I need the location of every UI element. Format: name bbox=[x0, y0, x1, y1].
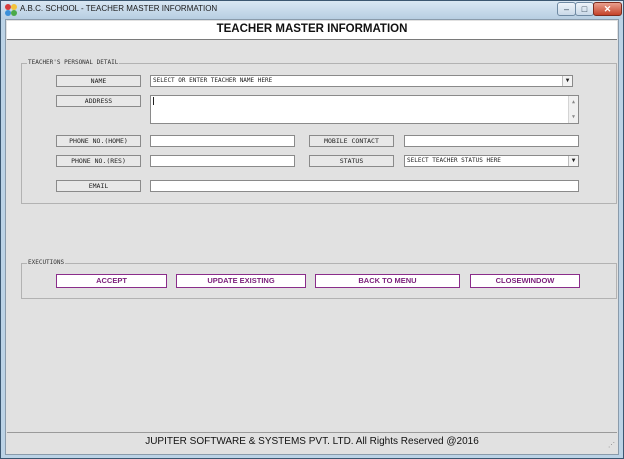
chevron-down-icon[interactable]: ▼ bbox=[562, 76, 572, 86]
phone-res-label: PHONE NO.(RES) bbox=[56, 155, 141, 167]
personal-detail-legend: TEACHER'S PERSONAL DETAIL bbox=[27, 59, 120, 66]
app-window: A.B.C. SCHOOL - TEACHER MASTER INFORMATI… bbox=[0, 0, 624, 459]
scroll-up-icon[interactable]: ▲ bbox=[569, 97, 578, 107]
phone-home-label: PHONE NO.(HOME) bbox=[56, 135, 141, 147]
window-title: A.B.C. SCHOOL - TEACHER MASTER INFORMATI… bbox=[20, 4, 218, 13]
title-bar[interactable]: A.B.C. SCHOOL - TEACHER MASTER INFORMATI… bbox=[1, 1, 623, 19]
footer: JUPITER SOFTWARE & SYSTEMS PVT. LTD. All… bbox=[7, 432, 617, 451]
address-label: ADDRESS bbox=[56, 95, 141, 107]
phone-res-field[interactable] bbox=[150, 155, 295, 167]
minimize-button[interactable]: – bbox=[557, 2, 576, 16]
status-combobox[interactable]: SELECT TEACHER STATUS HERE ▼ bbox=[404, 155, 579, 167]
executions-legend: EXECUTIONS bbox=[27, 259, 66, 266]
email-label: EMAIL bbox=[56, 180, 141, 192]
resize-grip-icon[interactable]: ⋰ bbox=[608, 442, 616, 450]
maximize-button[interactable]: □ bbox=[575, 2, 594, 16]
update-existing-button[interactable]: UPDATE EXISTING bbox=[176, 274, 306, 288]
app-icon bbox=[5, 4, 17, 16]
page-header: TEACHER MASTER INFORMATION bbox=[7, 21, 617, 40]
phone-home-field[interactable] bbox=[150, 135, 295, 147]
chevron-down-icon[interactable]: ▼ bbox=[568, 156, 578, 166]
page-title: TEACHER MASTER INFORMATION bbox=[216, 23, 408, 35]
executions-group: EXECUTIONS ACCEPT UPDATE EXISTING BACK T… bbox=[21, 259, 617, 299]
status-combobox-value: SELECT TEACHER STATUS HERE bbox=[407, 157, 501, 164]
address-scrollbar[interactable]: ▲ ▼ bbox=[568, 96, 578, 123]
status-label: STATUS bbox=[309, 155, 394, 167]
email-field[interactable] bbox=[150, 180, 579, 192]
scroll-down-icon[interactable]: ▼ bbox=[569, 112, 578, 122]
accept-button[interactable]: ACCEPT bbox=[56, 274, 167, 288]
close-window-button[interactable]: ✕ bbox=[593, 2, 622, 16]
text-caret bbox=[153, 96, 154, 105]
name-label: NAME bbox=[56, 75, 141, 87]
mobile-contact-label: MOBILE CONTACT bbox=[309, 135, 394, 147]
back-to-menu-button[interactable]: BACK TO MENU bbox=[315, 274, 460, 288]
address-textarea[interactable]: ▲ ▼ bbox=[150, 95, 579, 124]
copyright-text: JUPITER SOFTWARE & SYSTEMS PVT. LTD. All… bbox=[145, 436, 479, 447]
client-area: TEACHER MASTER INFORMATION TEACHER'S PER… bbox=[5, 19, 619, 455]
close-window-button[interactable]: CLOSEWINDOW bbox=[470, 274, 580, 288]
mobile-contact-field[interactable] bbox=[404, 135, 579, 147]
name-combobox[interactable]: SELECT OR ENTER TEACHER NAME HERE ▼ bbox=[150, 75, 573, 87]
name-combobox-value: SELECT OR ENTER TEACHER NAME HERE bbox=[153, 77, 273, 84]
